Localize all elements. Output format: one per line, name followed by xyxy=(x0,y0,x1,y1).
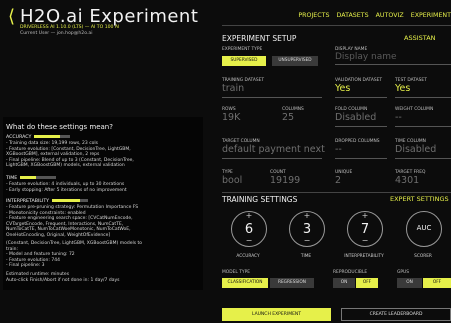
interpretability-increase-icon[interactable]: + xyxy=(348,211,382,220)
scorer-dial-label: SCORER xyxy=(414,254,432,259)
reproducible-on-button[interactable]: ON xyxy=(333,278,355,288)
time-dial-label: TIME xyxy=(300,254,312,259)
interpretability-decrease-icon[interactable]: − xyxy=(348,236,382,245)
time-column-value[interactable]: Disabled xyxy=(395,144,436,155)
interpretability-heading: INTERPRETABILITY xyxy=(6,199,89,204)
reproducible-off-button[interactable]: OFF xyxy=(356,278,378,288)
unsupervised-button[interactable]: UNSUPERVISED xyxy=(272,56,318,66)
accuracy-heading: ACCURACY xyxy=(6,135,71,140)
time-heading: TIME xyxy=(6,176,57,181)
time-dial[interactable]: + 3 − xyxy=(289,211,325,247)
nav-autoviz[interactable]: AUTOVIZ xyxy=(376,12,404,19)
accuracy-decrease-icon[interactable]: − xyxy=(232,236,266,245)
training-settings-title: TRAINING SETTINGS xyxy=(222,195,298,204)
time-decrease-icon[interactable]: − xyxy=(290,236,324,245)
nav-projects[interactable]: PROJECTS xyxy=(298,12,329,19)
assistant-link[interactable]: ASSISTAN xyxy=(404,34,436,42)
time-value: 3 xyxy=(302,222,312,237)
rows-value: 19K xyxy=(222,112,241,123)
accuracy-value: 6 xyxy=(244,222,254,237)
type-value: bool xyxy=(222,175,243,186)
scorer-dial[interactable]: AUC xyxy=(406,211,442,247)
count-value: 19199 xyxy=(270,175,301,186)
accuracy-dial[interactable]: + 6 − xyxy=(231,211,267,247)
dropped-columns-value[interactable]: -- xyxy=(335,144,342,155)
regression-button[interactable]: REGRESSION xyxy=(270,278,314,288)
supervised-button[interactable]: SUPERVISED xyxy=(222,56,266,66)
page-title: H2O.ai Experiment xyxy=(20,6,199,27)
columns-value: 25 xyxy=(282,112,295,123)
version-text: DRIVERLESS AI 1.10.0 (LTS) — AI TO 100 A… xyxy=(20,25,120,30)
nav-datasets[interactable]: DATASETS xyxy=(337,12,369,19)
display-name-input[interactable]: Display name xyxy=(335,52,397,62)
interpretability-dial[interactable]: + 7 − xyxy=(347,211,383,247)
help-question: What do these settings mean? xyxy=(6,123,113,131)
setup-title: EXPERIMENT SETUP xyxy=(222,34,297,43)
interpretability-dial-label: INTERPRETABILITY xyxy=(344,254,384,259)
classification-button[interactable]: CLASSIFICATION xyxy=(222,278,268,288)
scorer-value: AUC xyxy=(416,224,432,232)
top-nav: PROJECTS DATASETS AUTOVIZ EXPERIMENT xyxy=(293,12,451,19)
target-freq-value: 4301 xyxy=(395,175,420,186)
interpretability-level-bar xyxy=(52,199,81,202)
interpretability-value: 7 xyxy=(360,222,370,237)
nav-experiment[interactable]: EXPERIMENT xyxy=(411,12,451,19)
launch-experiment-button[interactable]: LAUNCH EXPERIMENT xyxy=(222,308,331,321)
accuracy-dial-label: ACCURACY xyxy=(236,254,260,259)
reproducible-label: REPRODUCIBLE xyxy=(333,270,368,275)
accuracy-level-bar xyxy=(34,135,61,138)
expert-settings-link[interactable]: EXPERT SETTINGS xyxy=(390,195,449,203)
test-dataset-value[interactable]: Yes xyxy=(395,83,410,94)
model-type-label: MODEL TYPE xyxy=(222,270,251,275)
weight-column-value[interactable]: -- xyxy=(395,112,402,123)
create-leaderboard-button[interactable]: CREATE LEADERBOARD xyxy=(341,308,451,321)
training-dataset-value[interactable]: train xyxy=(222,83,244,94)
experiment-type-label: EXPERIMENT TYPE xyxy=(222,47,263,52)
setup-top-divider xyxy=(222,25,451,26)
target-column-value[interactable]: default payment next xyxy=(222,144,325,155)
gpus-on-button[interactable]: ON xyxy=(397,278,422,288)
accuracy-increase-icon[interactable]: + xyxy=(232,211,266,220)
unique-value: 2 xyxy=(335,175,342,186)
time-level-bar xyxy=(20,176,37,179)
settings-help-panel: What do these settings mean? ACCURACY - … xyxy=(3,117,203,290)
current-user: Current User — jon.hop@h2o.ai xyxy=(20,31,93,36)
fold-column-value[interactable]: Disabled xyxy=(335,112,376,123)
gpus-label: GPUS xyxy=(397,270,410,275)
validation-dataset-value[interactable]: Yes xyxy=(335,83,350,94)
time-increase-icon[interactable]: + xyxy=(290,211,324,220)
back-chevron-icon[interactable]: ⟨ xyxy=(8,6,15,27)
gpus-off-button[interactable]: OFF xyxy=(423,278,451,288)
